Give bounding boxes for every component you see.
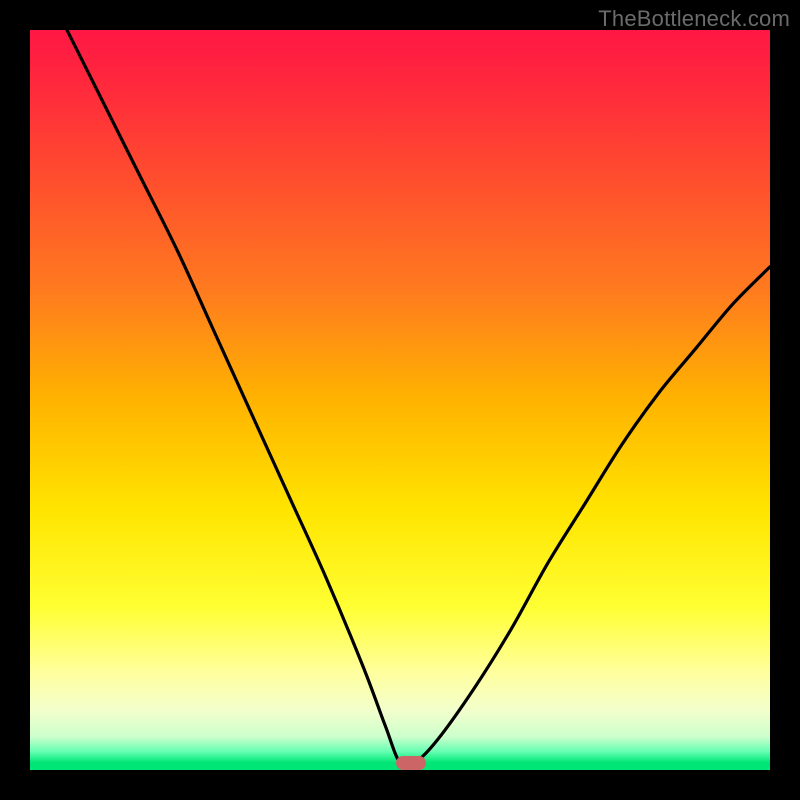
curve-layer <box>30 30 770 770</box>
chart-frame: TheBottleneck.com <box>0 0 800 800</box>
optimum-marker <box>396 756 426 770</box>
bottleneck-curve <box>67 30 770 766</box>
plot-area <box>30 30 770 770</box>
watermark-text: TheBottleneck.com <box>598 6 790 32</box>
